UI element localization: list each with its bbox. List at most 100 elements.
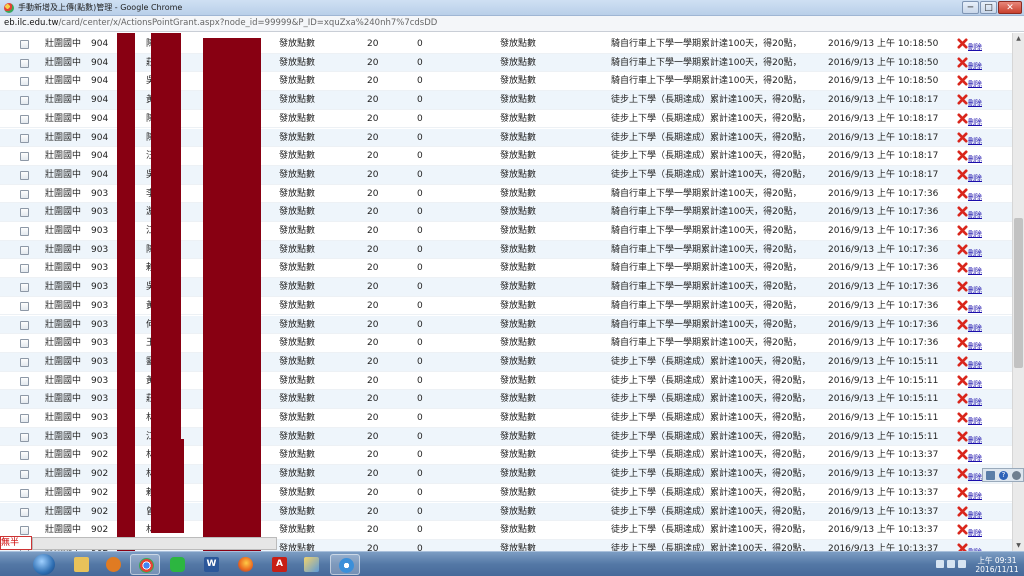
row-checkbox[interactable]: [20, 245, 29, 255]
delete-link[interactable]: 刪除: [968, 248, 982, 258]
delete-x-icon[interactable]: [957, 244, 968, 255]
delete-x-icon[interactable]: [957, 38, 968, 49]
delete-x-icon[interactable]: [957, 169, 968, 180]
floating-toolbar[interactable]: ?: [982, 468, 1024, 482]
system-tray[interactable]: [936, 560, 968, 570]
row-checkbox[interactable]: [20, 77, 29, 87]
delete-link[interactable]: 刪除: [968, 285, 982, 295]
row-checkbox[interactable]: [20, 58, 29, 68]
row-checkbox[interactable]: [20, 470, 29, 480]
row-checkbox[interactable]: [20, 227, 29, 236]
delete-link[interactable]: 刪除: [968, 304, 982, 314]
row-checkbox[interactable]: [20, 395, 29, 405]
row-checkbox[interactable]: [20, 376, 29, 386]
delete-x-icon[interactable]: [957, 150, 968, 161]
delete-link[interactable]: 刪除: [968, 397, 982, 407]
delete-x-icon[interactable]: [957, 468, 968, 479]
delete-x-icon[interactable]: [957, 57, 968, 68]
delete-x-icon[interactable]: [957, 281, 968, 292]
horizontal-scrollbar[interactable]: [32, 537, 277, 550]
taskbar-ie[interactable]: [330, 554, 360, 575]
delete-link[interactable]: 刪除: [968, 117, 982, 127]
delete-link[interactable]: 刪除: [968, 42, 982, 52]
delete-x-icon[interactable]: [957, 318, 968, 330]
delete-link[interactable]: 刪除: [968, 173, 982, 183]
delete-x-icon[interactable]: [957, 262, 968, 273]
delete-link[interactable]: 刪除: [968, 79, 982, 89]
delete-x-icon[interactable]: [957, 487, 968, 498]
taskbar-line[interactable]: [162, 554, 192, 575]
row-checkbox[interactable]: [20, 488, 29, 498]
row-checkbox[interactable]: [20, 152, 29, 162]
delete-x-icon[interactable]: [957, 75, 968, 86]
taskbar-firefox[interactable]: [230, 554, 260, 575]
delete-x-icon[interactable]: [957, 375, 968, 386]
scroll-down-icon[interactable]: ▼: [1013, 540, 1024, 551]
delete-link[interactable]: 刪除: [968, 266, 982, 276]
start-button-icon[interactable]: [33, 554, 55, 575]
delete-link[interactable]: 刪除: [968, 435, 982, 445]
close-button[interactable]: ✕: [998, 1, 1022, 14]
delete-x-icon[interactable]: [957, 300, 968, 311]
ime-indicator[interactable]: 無半: [0, 536, 32, 550]
taskbar-acrobat[interactable]: A: [264, 554, 294, 575]
delete-x-icon[interactable]: [957, 356, 968, 367]
delete-link[interactable]: 刪除: [968, 416, 982, 426]
delete-x-icon[interactable]: [957, 131, 968, 143]
delete-x-icon[interactable]: [957, 225, 968, 236]
row-checkbox[interactable]: [20, 114, 29, 124]
taskbar-media[interactable]: [98, 554, 128, 575]
delete-link[interactable]: 刪除: [968, 472, 982, 482]
row-checkbox[interactable]: [20, 320, 29, 330]
delete-x-icon[interactable]: [957, 113, 968, 124]
delete-link[interactable]: 刪除: [968, 379, 982, 389]
row-checkbox[interactable]: [20, 451, 29, 461]
row-checkbox[interactable]: [20, 432, 29, 442]
taskbar-word[interactable]: W: [196, 554, 226, 575]
delete-x-icon[interactable]: [957, 188, 968, 199]
row-checkbox[interactable]: [20, 170, 29, 180]
delete-x-icon[interactable]: [957, 505, 968, 517]
row-checkbox[interactable]: [20, 40, 29, 49]
flag-icon[interactable]: [958, 560, 966, 568]
row-checkbox[interactable]: [20, 526, 29, 536]
taskbar-paint[interactable]: [296, 554, 326, 575]
delete-link[interactable]: 刪除: [968, 229, 982, 239]
taskbar-explorer[interactable]: [66, 554, 96, 575]
delete-x-icon[interactable]: [957, 449, 968, 460]
delete-link[interactable]: 刪除: [968, 341, 982, 351]
row-checkbox[interactable]: [20, 507, 29, 517]
delete-link[interactable]: 刪除: [968, 491, 982, 501]
row-checkbox[interactable]: [20, 96, 29, 106]
network-icon[interactable]: [936, 560, 944, 568]
minimize-button[interactable]: ─: [962, 1, 979, 14]
maximize-button[interactable]: □: [980, 1, 997, 14]
delete-link[interactable]: 刪除: [968, 61, 982, 71]
taskbar-chrome[interactable]: [130, 554, 160, 575]
delete-link[interactable]: 刪除: [968, 528, 982, 538]
delete-link[interactable]: 刪除: [968, 136, 982, 146]
delete-x-icon[interactable]: [957, 393, 968, 404]
delete-x-icon[interactable]: [957, 524, 968, 535]
delete-x-icon[interactable]: [957, 412, 968, 423]
row-checkbox[interactable]: [20, 357, 29, 367]
row-checkbox[interactable]: [20, 339, 29, 349]
row-checkbox[interactable]: [20, 189, 29, 199]
delete-link[interactable]: 刪除: [968, 192, 982, 202]
delete-x-icon[interactable]: [957, 543, 968, 551]
volume-icon[interactable]: [947, 560, 955, 568]
delete-link[interactable]: 刪除: [968, 323, 982, 333]
help-icon[interactable]: ?: [999, 471, 1008, 480]
row-checkbox[interactable]: [20, 208, 29, 218]
row-checkbox[interactable]: [20, 264, 29, 274]
delete-x-icon[interactable]: [957, 206, 968, 217]
delete-link[interactable]: 刪除: [968, 453, 982, 463]
options-icon[interactable]: [1012, 471, 1021, 480]
delete-x-icon[interactable]: [957, 94, 968, 105]
address-bar[interactable]: eb.ilc.edu.tw/card/center/x/ActionsPoint…: [0, 16, 1024, 32]
window-icon[interactable]: [986, 471, 995, 480]
delete-link[interactable]: 刪除: [968, 154, 982, 164]
delete-link[interactable]: 刪除: [968, 98, 982, 108]
scroll-up-icon[interactable]: ▲: [1013, 33, 1024, 44]
delete-link[interactable]: 刪除: [968, 360, 982, 370]
